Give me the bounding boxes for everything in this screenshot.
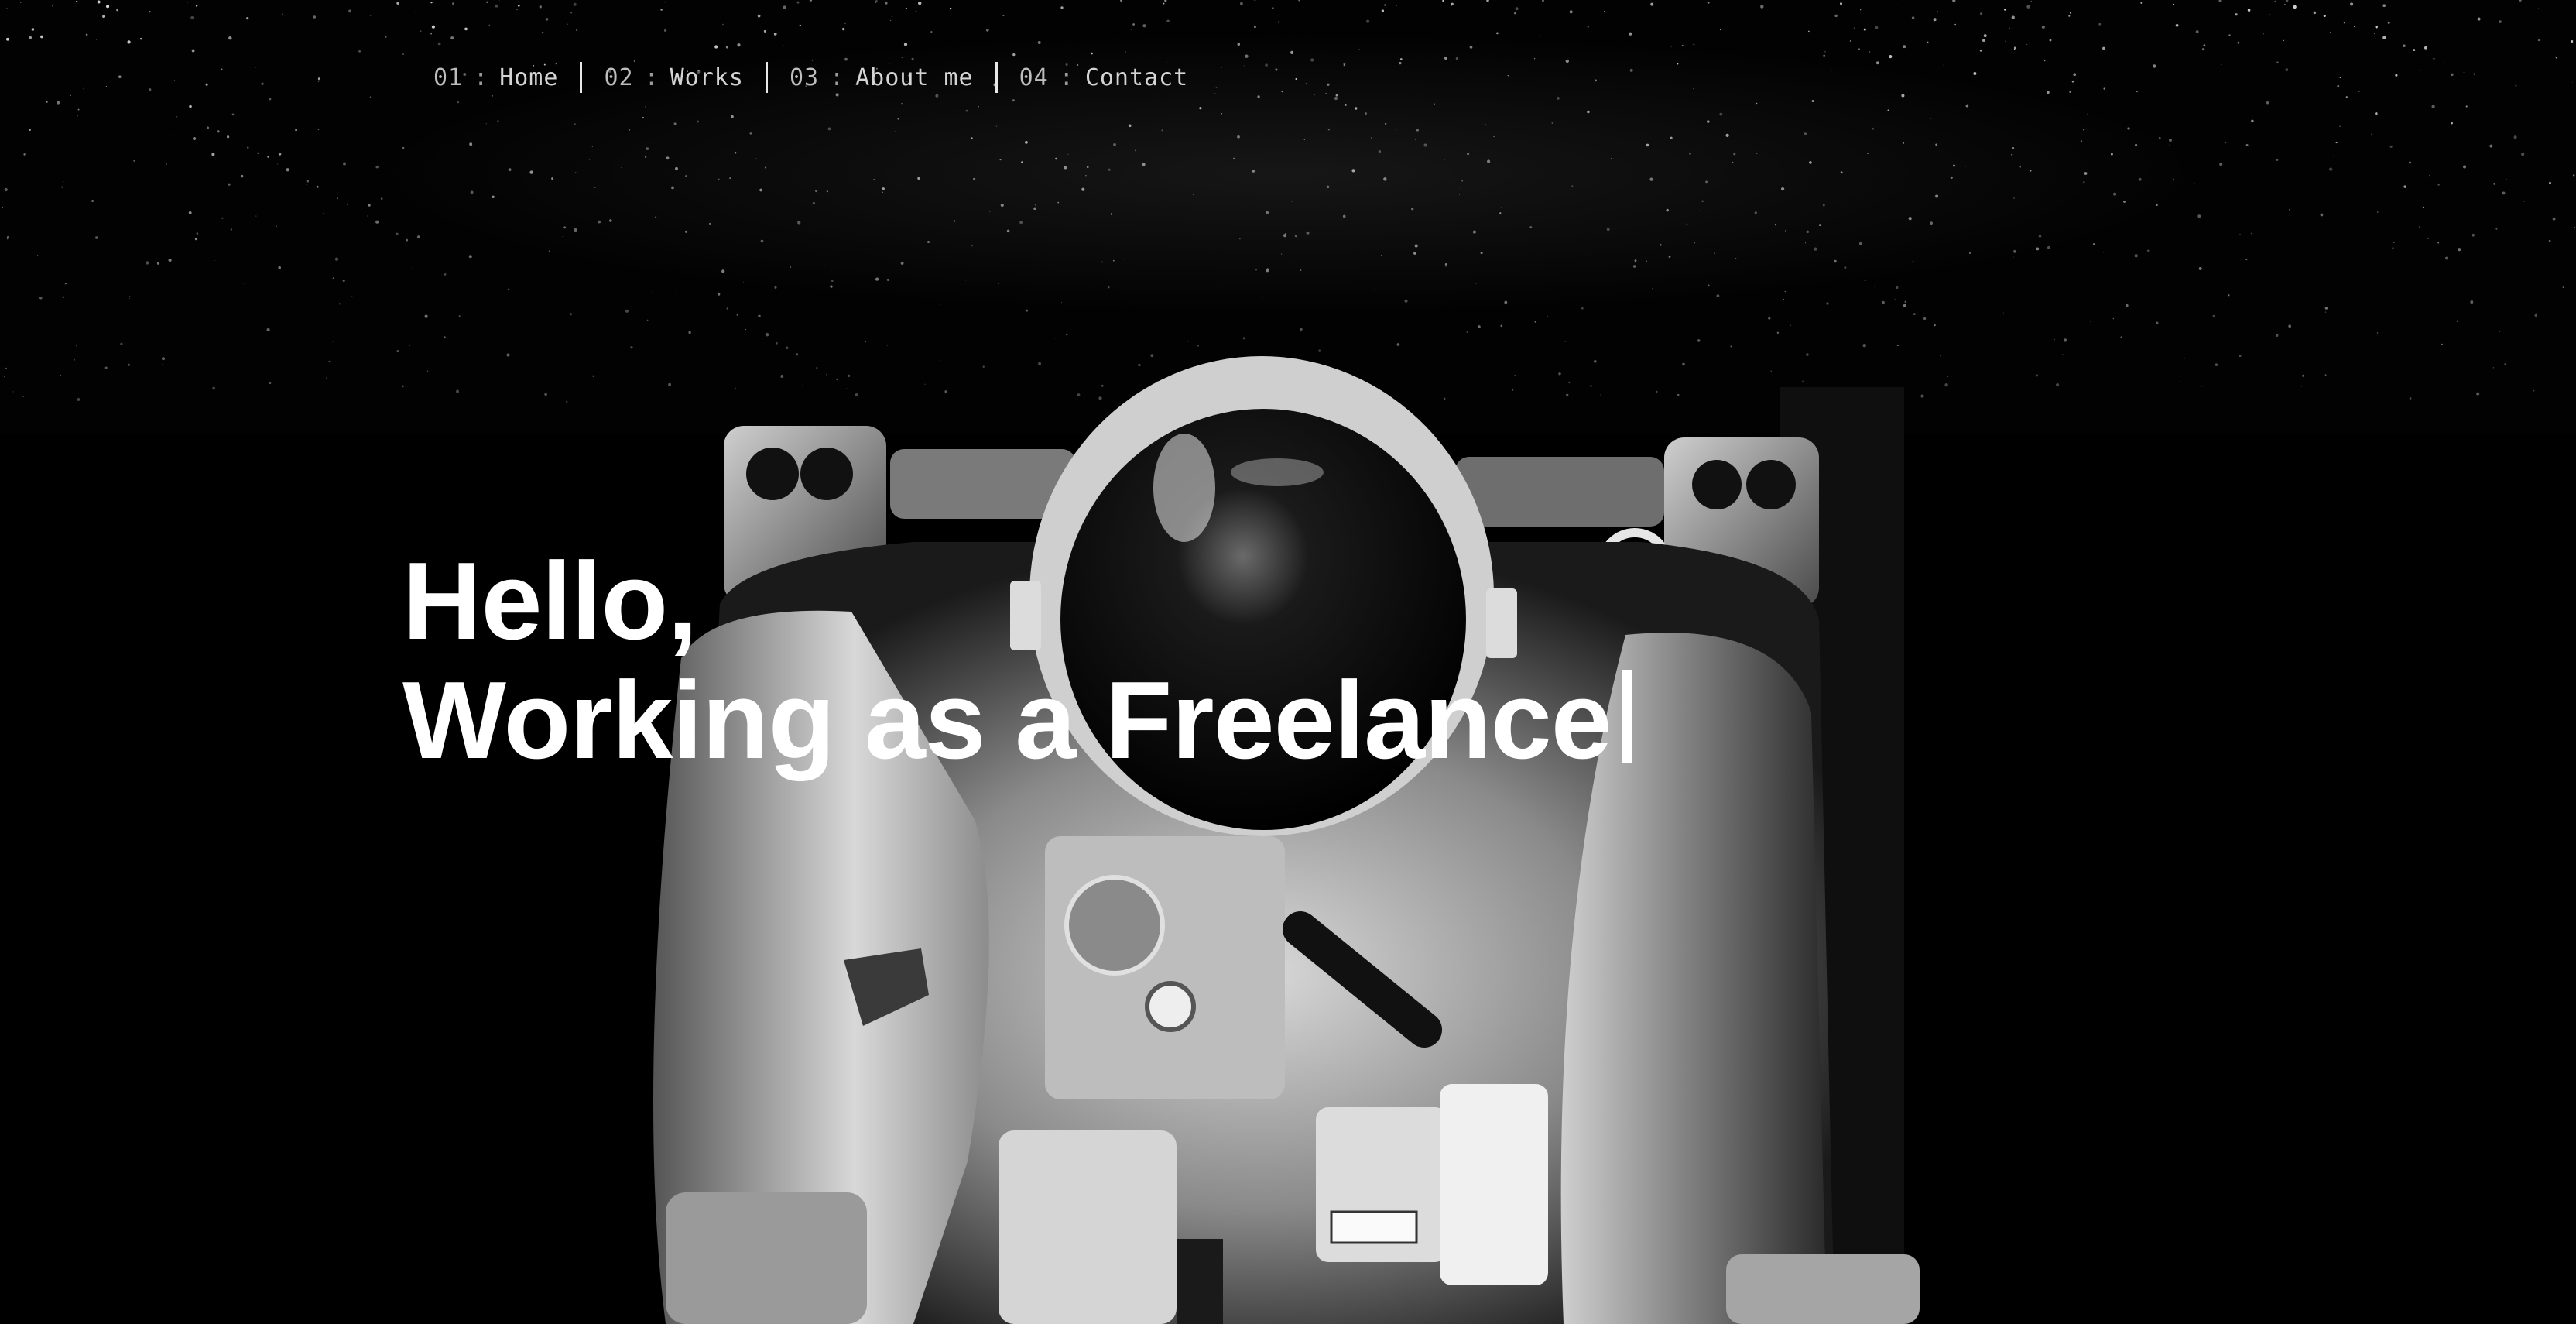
landing-page: 01: Home 02: Works 03: About me 04: Contact Hel… [0, 0, 2576, 1324]
nav-item-number: 04 [1019, 63, 1049, 91]
hero-greeting: Hello, [402, 540, 698, 663]
nav-item-separator: : [830, 63, 845, 91]
nav-item-label: About me [855, 63, 974, 91]
hero-heading: Hello, Working as a Freelance [402, 542, 1632, 780]
nav-item-separator: : [474, 63, 489, 91]
nav-item-works[interactable]: 02: Works [582, 64, 766, 91]
main-nav: 01: Home 02: Works 03: About me 04: Contact [433, 59, 1210, 96]
nav-item-label: Home [499, 63, 559, 91]
nav-item-label: Contact [1084, 63, 1189, 91]
nav-item-contact[interactable]: 04: Contact [998, 64, 1211, 91]
hero-tagline-line: Working as a Freelance [402, 661, 1632, 780]
nav-item-number: 02 [604, 63, 634, 91]
nav-item-home[interactable]: 01: Home [433, 64, 580, 91]
nav-item-number: 03 [789, 63, 820, 91]
hero-tagline: Working as a Freelance [402, 659, 1612, 782]
nav-item-about-me[interactable]: 03: About me [768, 64, 995, 91]
nav-item-label: Works [670, 63, 744, 91]
nav-item-number: 01 [433, 63, 464, 91]
nav-item-separator: : [1059, 63, 1074, 91]
nav-item-separator: : [644, 63, 659, 91]
typing-cursor [1622, 670, 1632, 763]
